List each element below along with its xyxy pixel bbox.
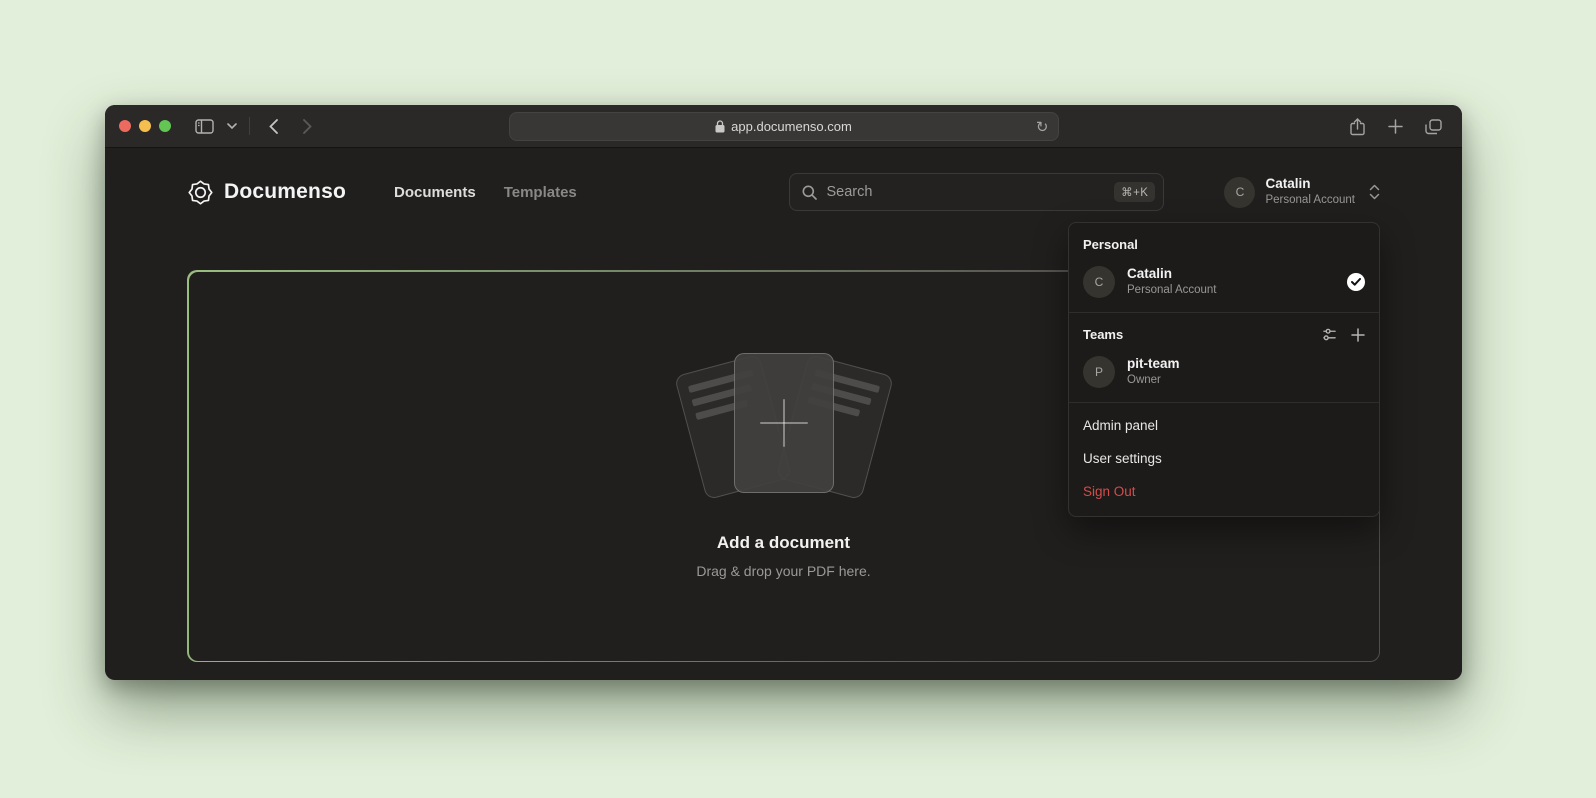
- account-name: Catalin: [1265, 176, 1355, 193]
- nav-link-templates[interactable]: Templates: [504, 184, 577, 201]
- menu-item-admin-panel[interactable]: Admin panel: [1069, 409, 1379, 442]
- sidebar-toggle-icon[interactable]: [189, 113, 219, 139]
- menu-item-team-pit-team[interactable]: P pit-team Owner: [1069, 349, 1379, 397]
- primary-nav: Documents Templates: [394, 184, 577, 201]
- menu-account-subtitle: Personal Account: [1127, 283, 1217, 297]
- personal-section-label: Personal: [1069, 229, 1379, 259]
- close-window-button[interactable]: [119, 120, 131, 132]
- search-input[interactable]: [826, 184, 1114, 200]
- account-subtitle: Personal Account: [1265, 193, 1355, 207]
- nav-link-documents[interactable]: Documents: [394, 184, 476, 201]
- illustration-card-center: [734, 353, 834, 493]
- documenso-logo-icon: [187, 179, 214, 206]
- tab-overview-icon[interactable]: [1418, 114, 1448, 140]
- browser-toolbar: app.documenso.com ↻: [105, 105, 1462, 148]
- dropzone-subtitle: Drag & drop your PDF here.: [696, 563, 870, 579]
- back-button[interactable]: [258, 113, 288, 139]
- minimize-window-button[interactable]: [139, 120, 151, 132]
- lock-icon: [715, 120, 725, 133]
- search-icon: [802, 185, 817, 200]
- team-name: pit-team: [1127, 356, 1180, 373]
- address-bar[interactable]: app.documenso.com ↻: [509, 112, 1059, 141]
- search-shortcut-badge: ⌘+K: [1114, 182, 1155, 202]
- selected-check-icon: [1347, 273, 1365, 291]
- forward-button[interactable]: [292, 113, 322, 139]
- account-dropdown-menu: Personal C Catalin Personal Account Team…: [1068, 222, 1380, 517]
- avatar: C: [1224, 177, 1255, 208]
- menu-divider: [1069, 402, 1379, 403]
- share-icon[interactable]: [1342, 114, 1372, 140]
- web-content: Documenso Documents Templates ⌘+K C Cata…: [105, 148, 1462, 679]
- create-team-icon[interactable]: [1351, 328, 1365, 342]
- team-role: Owner: [1127, 373, 1180, 387]
- brand[interactable]: Documenso: [187, 179, 346, 206]
- url-text: app.documenso.com: [731, 119, 852, 134]
- avatar: P: [1083, 356, 1115, 388]
- zoom-window-button[interactable]: [159, 120, 171, 132]
- browser-window: app.documenso.com ↻: [105, 105, 1462, 680]
- documents-illustration: [679, 353, 889, 503]
- menu-account-name: Catalin: [1127, 266, 1217, 283]
- dropzone-title: Add a document: [717, 533, 850, 553]
- menu-item-sign-out[interactable]: Sign Out: [1069, 475, 1379, 508]
- new-tab-icon[interactable]: [1380, 114, 1410, 140]
- menu-divider: [1069, 312, 1379, 313]
- account-menu-button[interactable]: C Catalin Personal Account: [1224, 176, 1380, 207]
- menu-item-personal-account[interactable]: C Catalin Personal Account: [1069, 259, 1379, 307]
- reload-icon[interactable]: ↻: [1036, 118, 1049, 136]
- search-box[interactable]: ⌘+K: [789, 173, 1164, 211]
- traffic-lights: [119, 120, 171, 132]
- avatar: C: [1083, 266, 1115, 298]
- manage-teams-icon[interactable]: [1322, 327, 1337, 342]
- menu-item-user-settings[interactable]: User settings: [1069, 442, 1379, 475]
- toolbar-divider: [249, 117, 250, 135]
- teams-section-label: Teams: [1069, 319, 1379, 349]
- chevrons-up-down-icon: [1369, 184, 1380, 200]
- brand-name: Documenso: [224, 180, 346, 204]
- sidebar-chevron-down-icon[interactable]: [223, 113, 241, 139]
- plus-icon: [760, 399, 808, 447]
